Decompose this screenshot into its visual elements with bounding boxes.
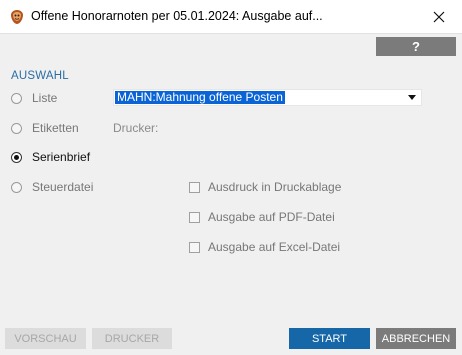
cancel-button[interactable]: ABBRECHEN	[376, 328, 456, 349]
radio-button[interactable]	[11, 92, 22, 104]
help-button[interactable]: ?	[376, 37, 456, 56]
checkbox-pdf[interactable]: Ausgabe auf PDF-Datei	[189, 209, 335, 225]
radio-button-selected[interactable]	[11, 151, 22, 163]
section-label-auswahl: AUSWAHL	[11, 70, 69, 82]
printer-button[interactable]: DRUCKER	[92, 328, 172, 349]
radio-label: Etiketten	[32, 121, 79, 135]
close-button[interactable]	[416, 0, 462, 33]
checkbox[interactable]	[189, 181, 200, 193]
radio-button[interactable]	[11, 181, 22, 193]
report-select-value: MAHN:Mahnung offene Posten	[115, 90, 285, 104]
checkbox-excel[interactable]: Ausgabe auf Excel-Datei	[189, 239, 340, 255]
checkbox-label: Ausgabe auf PDF-Datei	[208, 210, 335, 224]
radio-option-etiketten[interactable]: Etiketten	[11, 120, 79, 136]
printer-label: Drucker:	[113, 121, 159, 135]
start-button[interactable]: START	[289, 328, 370, 349]
preview-button[interactable]: VORSCHAU	[5, 328, 86, 349]
radio-label: Liste	[32, 91, 58, 105]
app-logo-icon	[9, 9, 25, 25]
checkbox[interactable]	[189, 211, 200, 223]
radio-option-serienbrief[interactable]: Serienbrief	[11, 149, 90, 165]
radio-label: Serienbrief	[32, 150, 91, 164]
radio-button[interactable]	[11, 122, 22, 134]
radio-option-steuerdatei[interactable]: Steuerdatei	[11, 179, 93, 195]
report-select[interactable]: MAHN:Mahnung offene Posten	[113, 89, 422, 106]
checkbox[interactable]	[189, 241, 200, 253]
radio-option-liste[interactable]: Liste	[11, 90, 57, 106]
chevron-down-icon[interactable]	[408, 95, 416, 100]
close-icon	[433, 11, 445, 22]
window-title: Offene Honorarnoten per 05.01.2024: Ausg…	[31, 9, 323, 23]
checkbox-druckablage[interactable]: Ausdruck in Druckablage	[189, 179, 341, 195]
checkbox-label: Ausdruck in Druckablage	[208, 180, 342, 194]
title-bar: Offene Honorarnoten per 05.01.2024: Ausg…	[0, 0, 462, 34]
checkbox-label: Ausgabe auf Excel-Datei	[208, 240, 341, 254]
radio-label: Steuerdatei	[32, 180, 94, 194]
